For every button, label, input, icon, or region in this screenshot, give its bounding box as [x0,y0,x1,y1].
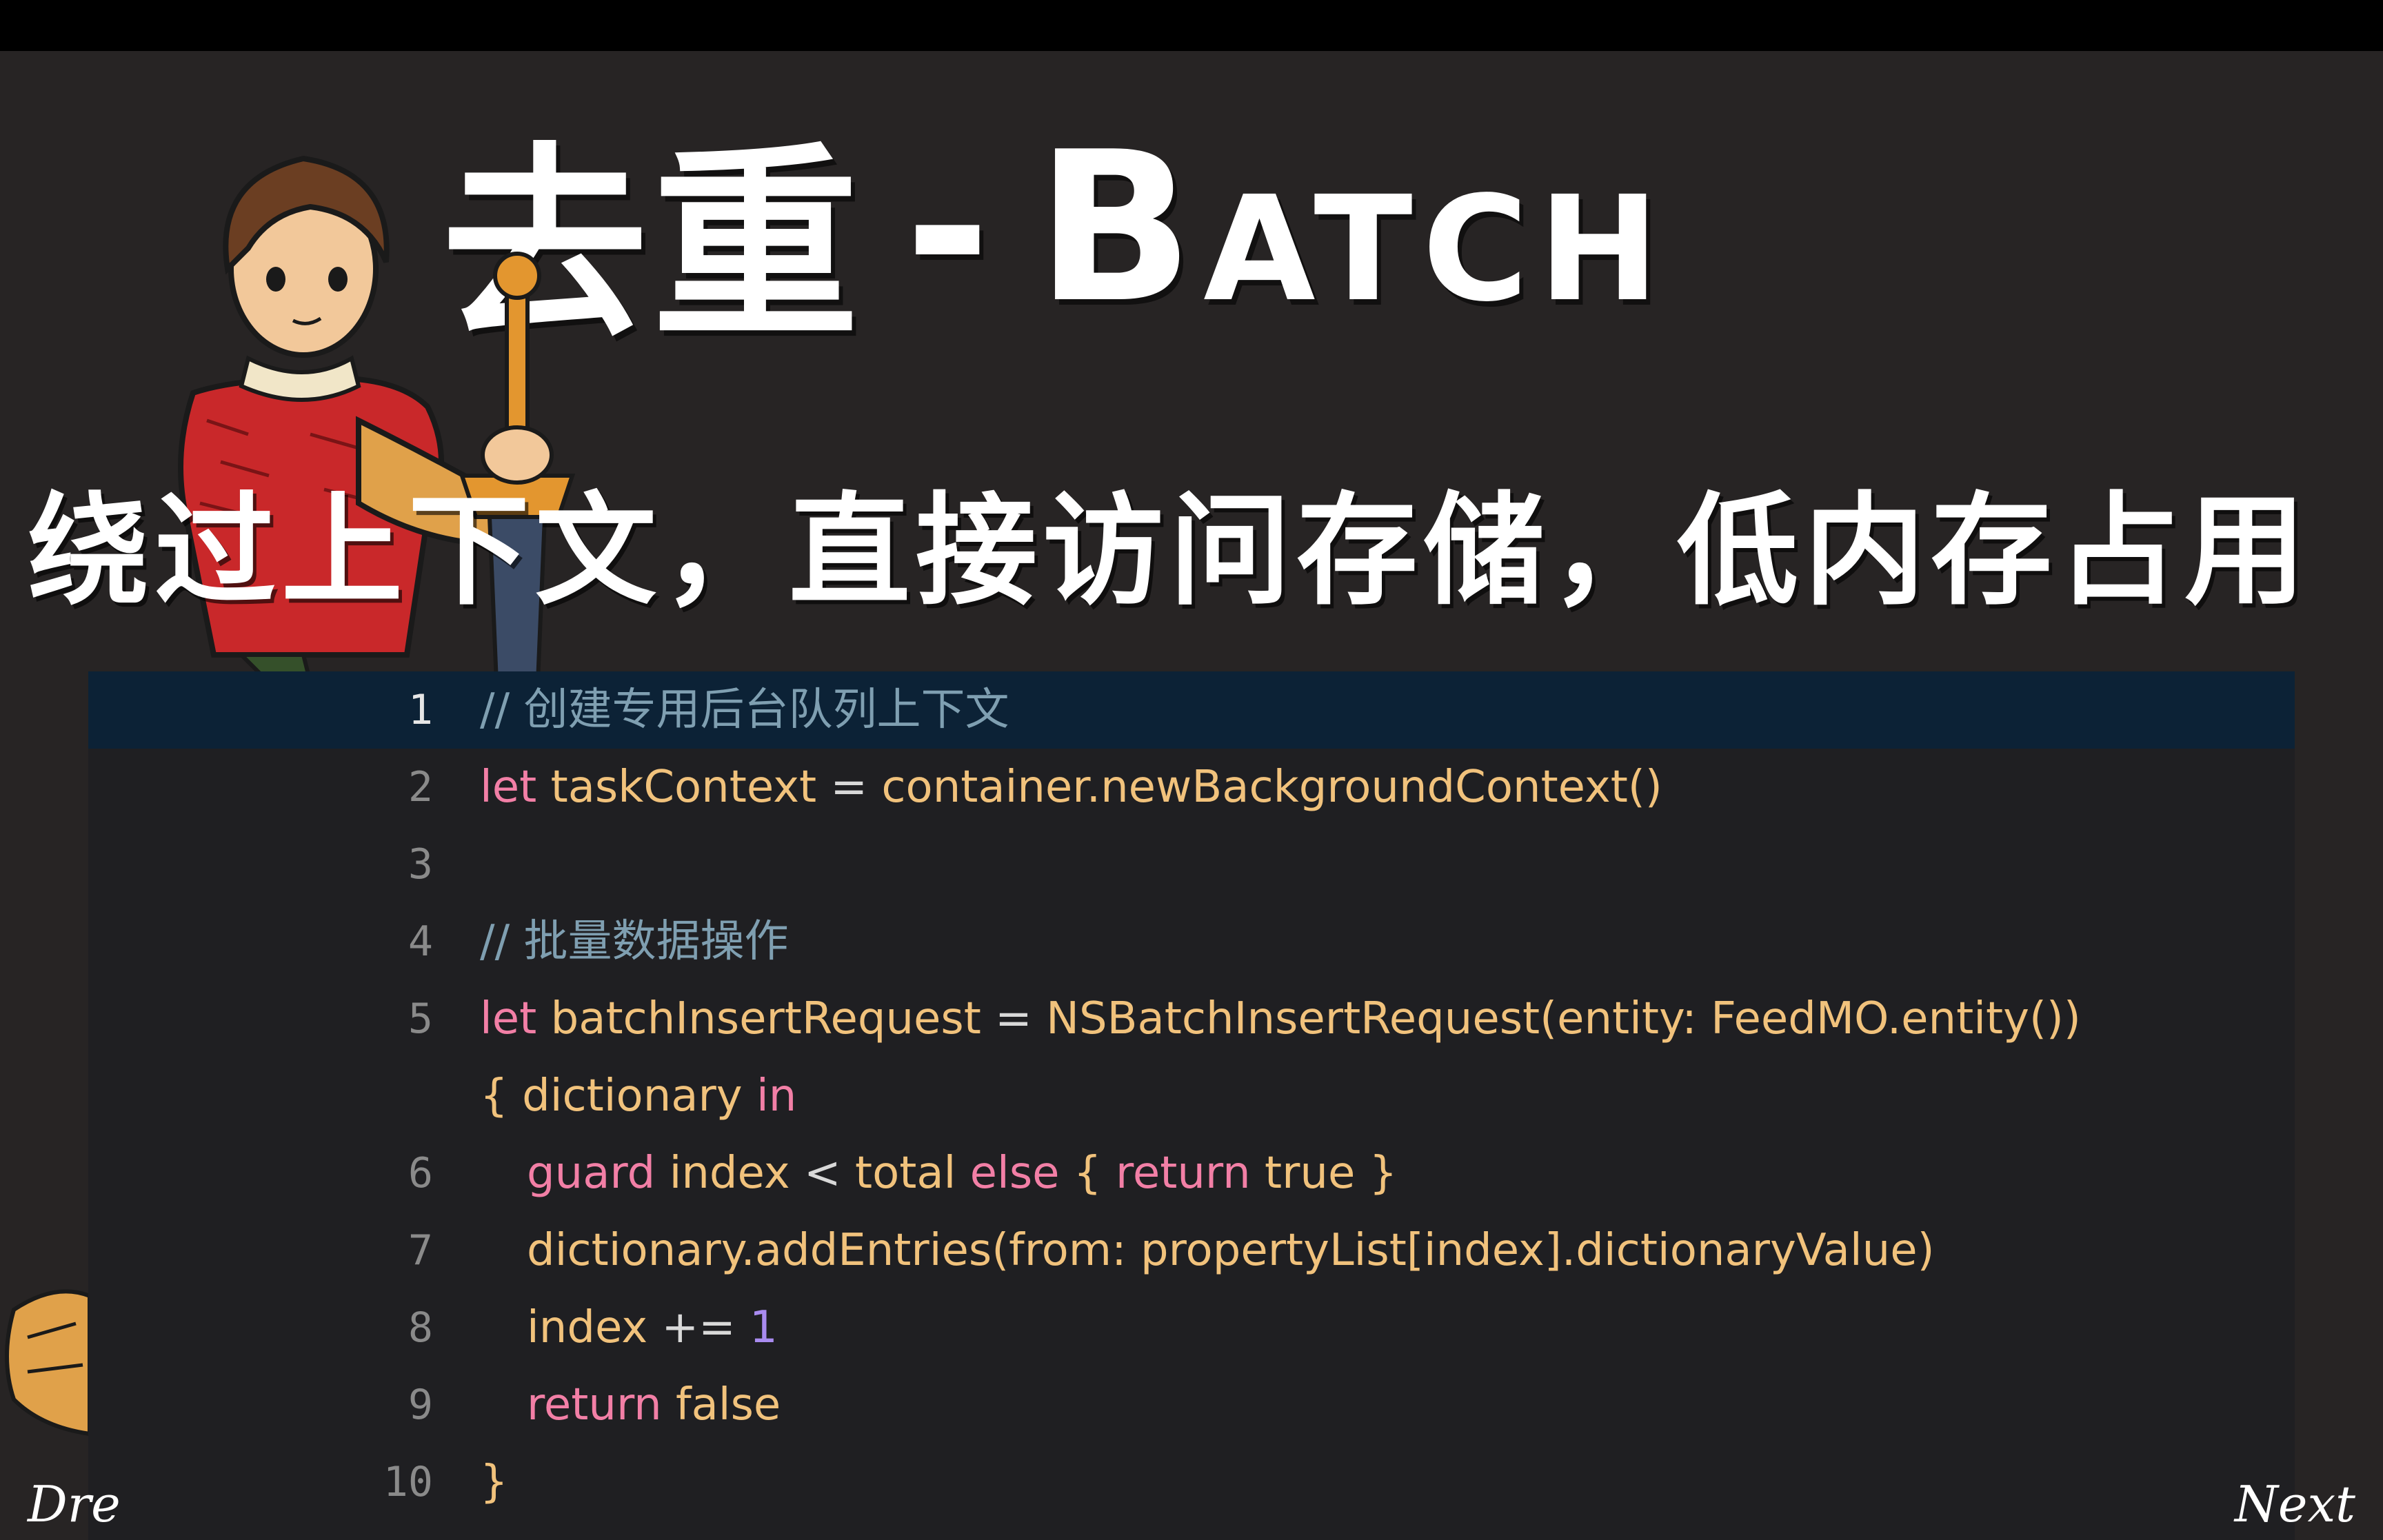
code-token: container.newBackgroundContext() [867,762,1662,813]
code-line: 2 let taskContext = container.newBackgrou… [88,749,2295,826]
title-en: Batch [1036,107,1669,348]
code-token: return [1115,1148,1251,1199]
corner-hand-icon [5,1289,90,1437]
line-number: 9 [408,1381,433,1429]
code-token: // 创建专用后台队列上下文 [480,685,1009,736]
code-token: dictionary.addEntries(from: propertyList… [527,1225,1935,1276]
code-token: total [841,1148,970,1199]
code-line: 4 // 批量数据操作 [88,903,2295,980]
line-number: 2 [408,763,433,811]
code-text: let batchInsertRequest = NSBatchInsertRe… [480,980,2081,1057]
top-black-bar [0,0,2383,51]
code-token: taskContext [536,762,831,813]
code-line: 7 dictionary.addEntries(from: propertyLis… [88,1212,2295,1289]
line-number: 7 [408,1226,433,1275]
code-token: = [995,993,1032,1044]
code-token: return [527,1379,662,1430]
code-token: in [756,1071,797,1122]
code-line: 8 index += 1 [88,1289,2295,1366]
code-token: += [661,1302,736,1353]
code-line: 9 return false [88,1366,2295,1443]
code-line: 6 guard index < total else { return true … [88,1135,2295,1212]
code-token: else [969,1148,1060,1199]
code-text: // 创建专用后台队列上下文 [480,671,1009,749]
code-line: 1 // 创建专用后台队列上下文 [88,671,2295,749]
code-line: 5 let batchInsertRequest = NSBatchInsertR… [88,980,2295,1057]
slide-subtitle: 绕过上下文，直接访问存储，低内存占用 [28,480,2312,622]
code-line: 3 [88,826,2295,903]
code-editor-panel: 1 // 创建专用后台队列上下文 2 let taskContext = contai… [88,671,2295,1540]
code-token: let [480,762,537,813]
line-number: 6 [408,1149,433,1197]
code-token: let [480,993,537,1044]
line-number: 1 [408,686,433,734]
line-number: 10 [383,1458,433,1506]
code-text: // 批量数据操作 [480,903,788,980]
code-token: { dictionary [480,1071,756,1122]
prev-nav-link[interactable]: Dre [28,1475,121,1533]
code-token: NSBatchInsertRequest(entity: FeedMO.enti… [1032,993,2081,1044]
line-number: 8 [408,1304,433,1352]
code-line: 10} [88,1443,2295,1521]
line-number: 3 [408,840,433,889]
code-token: } [480,1457,508,1508]
code-token: index [655,1148,804,1199]
code-text: let taskContext = container.newBackgroun… [480,749,1662,826]
code-token: guard [527,1148,656,1199]
code-token: true } [1250,1148,1398,1199]
code-token: = [830,762,867,813]
line-number: 4 [408,918,433,966]
title-separator: - [905,107,995,348]
code-text: guard index < total else { return true } [527,1135,1397,1212]
code-text: index += 1 [527,1289,778,1366]
code-token: // 批量数据操作 [480,916,789,967]
code-token: batchInsertRequest [536,993,996,1044]
code-line: { dictionary in [88,1057,2295,1135]
code-text: dictionary.addEntries(from: propertyList… [527,1212,1935,1289]
code-text: { dictionary in [480,1057,796,1135]
code-token: index [527,1302,662,1353]
code-text: } [480,1443,508,1521]
code-token: false [661,1379,781,1430]
code-token: { [1059,1148,1116,1199]
line-number: 5 [408,995,433,1043]
code-token: 1 [750,1302,778,1353]
code-text: return false [527,1366,781,1443]
code-token: < [804,1148,841,1199]
next-nav-link[interactable]: Next [2235,1475,2355,1533]
